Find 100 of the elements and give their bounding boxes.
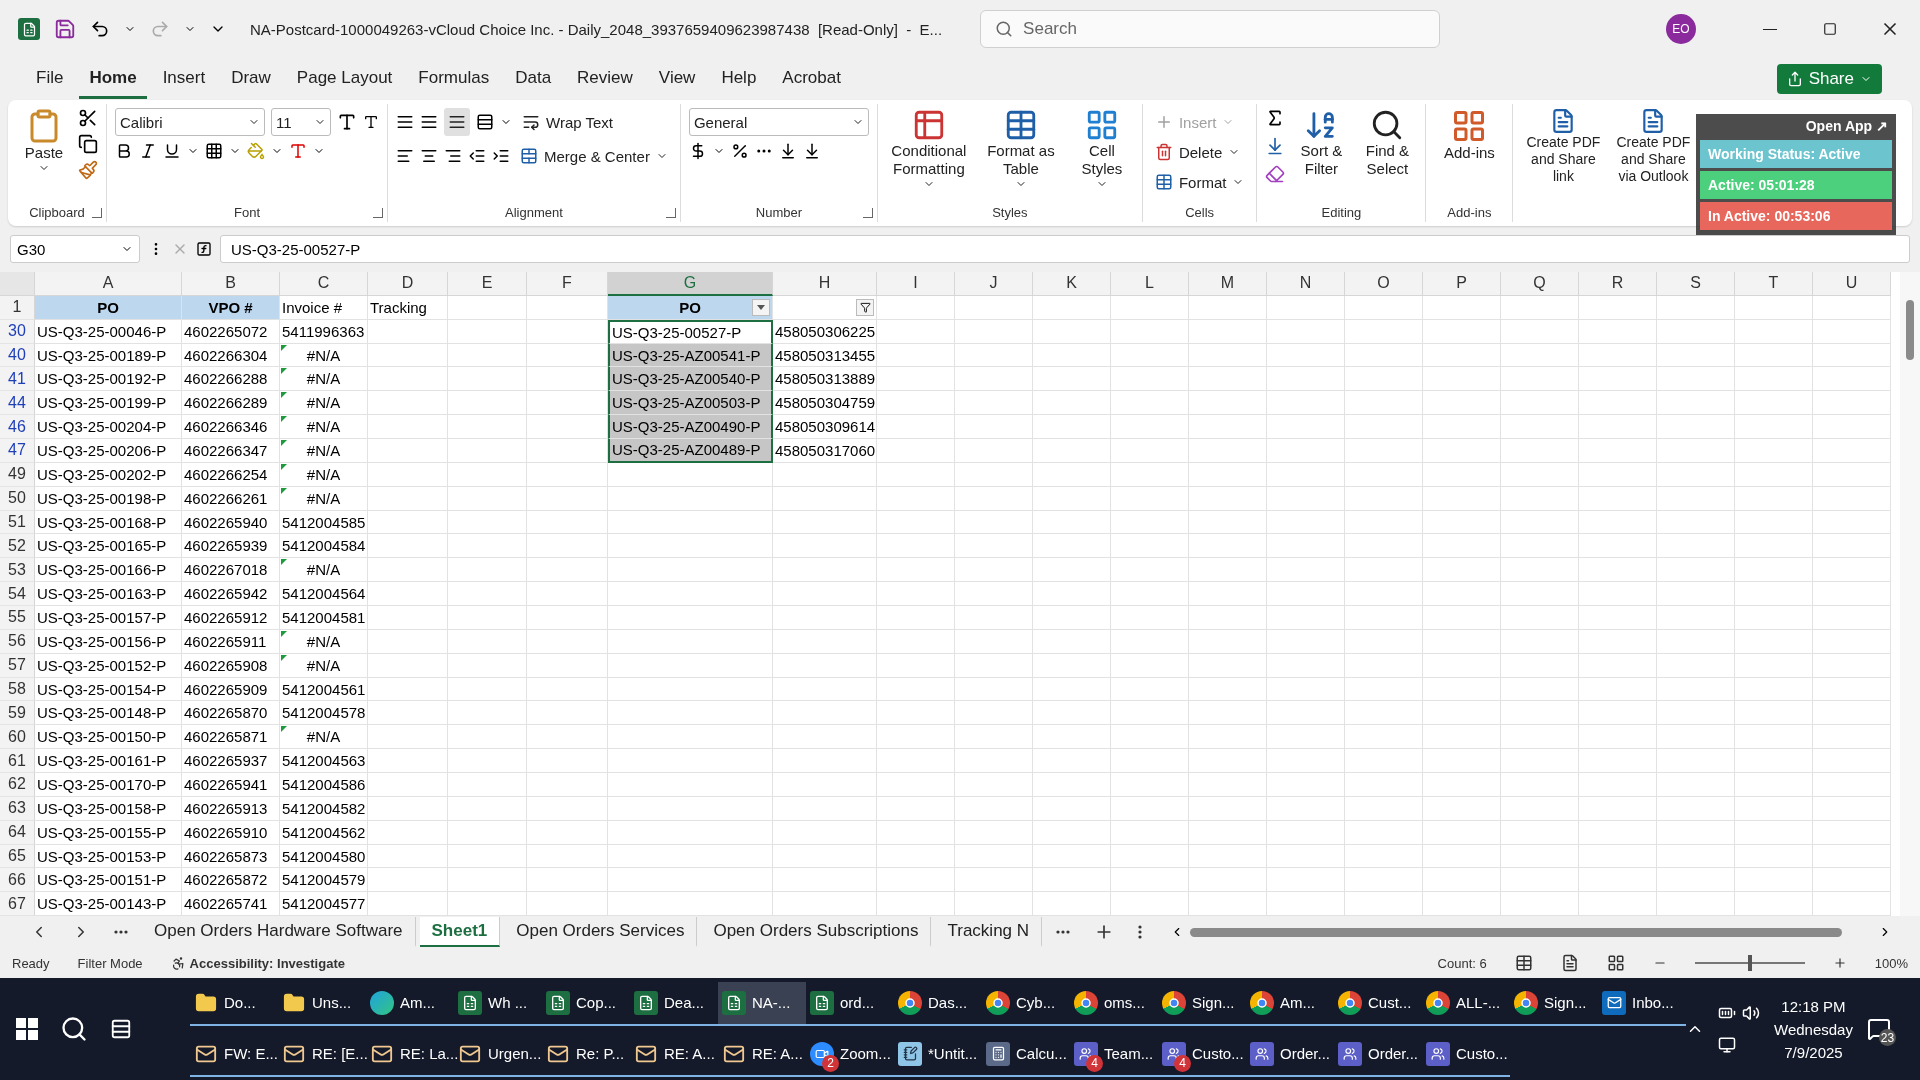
formula-field[interactable]: US-Q3-25-00527-P	[220, 235, 1910, 263]
sheet-tab[interactable]: Open Orders Services	[504, 917, 698, 947]
page-break-icon[interactable]	[1606, 954, 1625, 972]
ribbon-tab[interactable]: Formulas	[408, 59, 500, 99]
taskbar-item[interactable]: Order...	[1246, 1032, 1334, 1077]
fill-color-icon[interactable]	[247, 142, 265, 160]
copy-icon[interactable]	[78, 134, 98, 154]
taskbar-item[interactable]: Custo...	[1422, 1032, 1510, 1077]
accessibility-status[interactable]: Accessibility: Investigate	[170, 955, 345, 971]
name-box[interactable]: G30	[10, 235, 140, 263]
taskbar-item[interactable]: FW: E...	[190, 1032, 278, 1077]
column-header[interactable]: G	[608, 272, 773, 296]
taskbar-item[interactable]: Am...	[366, 981, 454, 1026]
ribbon-tab[interactable]: View	[648, 59, 706, 99]
taskbar-item[interactable]: Cyb...	[982, 981, 1070, 1026]
styles-button[interactable]: Format as Table	[977, 108, 1064, 190]
italic-icon[interactable]	[139, 142, 157, 160]
middle-align-icon[interactable]	[420, 113, 438, 131]
zoom-in-icon[interactable]	[1832, 956, 1847, 970]
taskbar-item[interactable]: ord...	[806, 981, 894, 1026]
column-header[interactable]: S	[1657, 272, 1735, 296]
undo-icon[interactable]	[90, 19, 110, 39]
launcher-icon[interactable]	[665, 208, 676, 218]
add-ins-button[interactable]: Add-ins	[1434, 108, 1505, 162]
volume-icon[interactable]	[1742, 1004, 1760, 1022]
launcher-icon[interactable]	[92, 208, 102, 218]
taskbar-item[interactable]: Zoom... 2	[806, 1032, 894, 1077]
ribbon-tab[interactable]: Insert	[152, 59, 216, 99]
taskbar-item[interactable]: Das...	[894, 981, 982, 1026]
launcher-icon[interactable]	[862, 208, 873, 218]
insert-function-icon[interactable]	[196, 241, 212, 257]
filter-button[interactable]	[856, 298, 874, 316]
column-header[interactable]: C	[280, 272, 368, 296]
decrease-indent-icon[interactable]	[468, 147, 486, 165]
sheet-tab[interactable]: Open Orders Subscriptions	[701, 917, 932, 947]
ribbon-tab[interactable]: Help	[711, 59, 767, 99]
page-layout-icon[interactable]	[1560, 954, 1579, 972]
clear-icon[interactable]	[1265, 164, 1286, 184]
taskbar-item[interactable]: Re: P...	[542, 1032, 630, 1077]
zoom-slider[interactable]	[1747, 955, 1752, 971]
ribbon-tab[interactable]: Review	[567, 59, 643, 99]
font-size-field[interactable]: 11	[271, 108, 331, 136]
sort-filter-button[interactable]: Sort & Filter	[1291, 108, 1352, 178]
percent-icon[interactable]	[730, 142, 749, 160]
column-header[interactable]: P	[1423, 272, 1501, 296]
taskbar-item[interactable]: Custo... 4	[1158, 1032, 1246, 1077]
taskbar-item[interactable]: oms...	[1070, 981, 1158, 1026]
borders-icon[interactable]	[205, 142, 223, 160]
start-icon[interactable]	[16, 1018, 38, 1040]
ribbon-tab[interactable]: Data	[505, 59, 562, 99]
column-header[interactable]: H	[773, 272, 877, 296]
open-app-link[interactable]: Open App ↗	[1801, 117, 1892, 137]
search-icon[interactable]	[60, 1015, 88, 1043]
launcher-icon[interactable]	[373, 208, 383, 218]
column-header[interactable]: R	[1579, 272, 1657, 296]
paste-button[interactable]: Paste	[16, 108, 72, 174]
column-header[interactable]: F	[527, 272, 608, 296]
create-pdf-button[interactable]: Create PDF and Share link	[1521, 108, 1606, 185]
top-align-icon[interactable]	[396, 113, 414, 131]
column-header[interactable]: L	[1111, 272, 1189, 296]
taskbar-item[interactable]: Uns...	[278, 981, 366, 1026]
wrap-text-button[interactable]: Wrap Text	[518, 108, 617, 136]
taskbar-item[interactable]: Calcu...	[982, 1032, 1070, 1077]
column-header[interactable]: T	[1735, 272, 1813, 296]
taskbar-item[interactable]: Inbo...	[1598, 981, 1686, 1026]
column-header[interactable]: E	[448, 272, 527, 296]
sheet-tab[interactable]: Tracking N	[935, 917, 1043, 947]
taskbar-item[interactable]: *Untit...	[894, 1032, 982, 1077]
user-avatar[interactable]: EO	[1666, 14, 1696, 44]
cells-button[interactable]: Format	[1150, 168, 1249, 196]
taskbar-item[interactable]: Wh ...	[454, 981, 542, 1026]
taskbar-item[interactable]: RE: A...	[630, 1032, 718, 1077]
column-header[interactable]: D	[368, 272, 448, 296]
ribbon-tab[interactable]: Acrobat	[772, 59, 851, 99]
normal-view-icon[interactable]	[1514, 954, 1533, 972]
taskbar-item[interactable]: RE: [E...	[278, 1032, 366, 1077]
taskbar-item[interactable]: RE: A...	[718, 1032, 806, 1077]
styles-button[interactable]: Conditional Formatting	[885, 108, 972, 190]
task-view-icon[interactable]	[110, 1018, 132, 1040]
column-header[interactable]: U	[1813, 272, 1891, 296]
increase-indent-icon[interactable]	[492, 147, 510, 165]
taskbar-item[interactable]: Sign...	[1510, 981, 1598, 1026]
column-header[interactable]: I	[877, 272, 955, 296]
column-header[interactable]: Q	[1501, 272, 1579, 296]
font-color-icon[interactable]	[289, 142, 307, 160]
font-name-field[interactable]: Calibri	[115, 108, 265, 136]
sheet-tab[interactable]: Sheet1	[419, 917, 501, 947]
taskbar-item[interactable]: ALL-...	[1422, 981, 1510, 1026]
network-icon[interactable]	[1718, 1036, 1736, 1054]
taskbar-item[interactable]: Cust...	[1334, 981, 1422, 1026]
taskbar-item[interactable]: Do...	[190, 981, 278, 1026]
ribbon-tab[interactable]: File	[26, 59, 74, 99]
column-header[interactable]: O	[1345, 272, 1423, 296]
merge-center-button[interactable]: Merge & Center	[516, 142, 672, 170]
save-icon[interactable]	[54, 18, 76, 40]
search-field[interactable]: Search	[980, 10, 1441, 48]
column-header[interactable]: J	[955, 272, 1033, 296]
filter-dropdown-button[interactable]	[752, 298, 770, 316]
taskbar-item[interactable]: NA-...	[718, 981, 806, 1026]
ribbon-tab[interactable]: Draw	[221, 59, 281, 99]
